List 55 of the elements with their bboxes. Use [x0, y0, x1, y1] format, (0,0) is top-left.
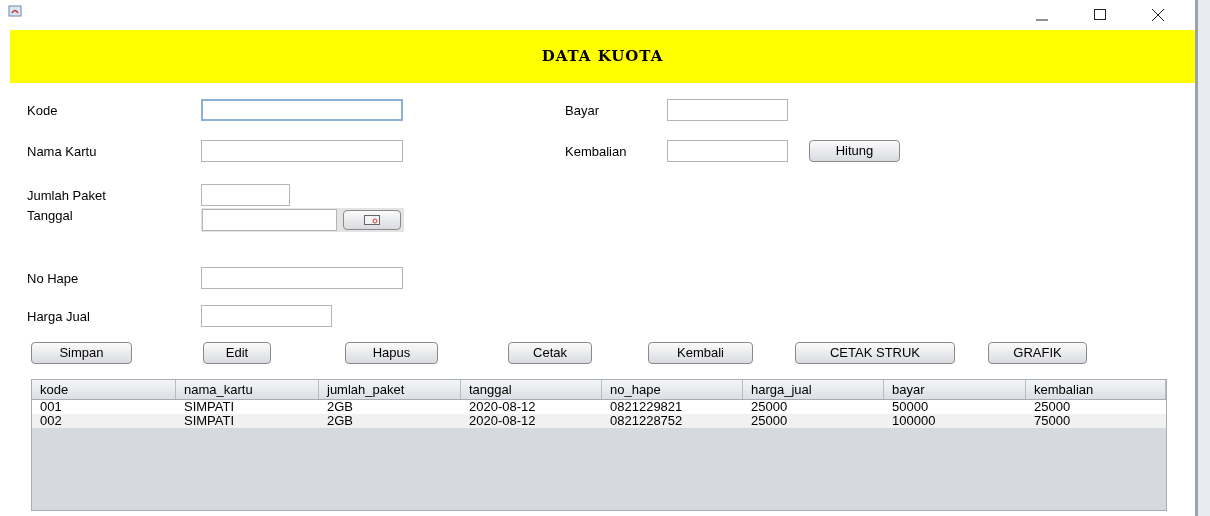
- table-cell-text: 0821229821: [609, 400, 684, 414]
- field-label: Harga Jual: [27, 308, 91, 326]
- column-header[interactable]: no_hape: [602, 380, 743, 399]
- hitung-button[interactable]: Hitung: [809, 140, 900, 162]
- table-cell-text: 0821228752: [609, 414, 684, 428]
- action-button[interactable]: Cetak: [508, 341, 592, 364]
- input-field[interactable]: [667, 99, 788, 121]
- action-button[interactable]: Simpan: [31, 341, 132, 364]
- column-header[interactable]: kembalian: [1026, 380, 1166, 399]
- table-cell-text: 002: [39, 414, 63, 428]
- column-header[interactable]: kode: [32, 380, 176, 399]
- column-header[interactable]: jumlah_paket: [319, 380, 461, 399]
- input-field[interactable]: [201, 267, 403, 289]
- column-header[interactable]: bayar: [884, 380, 1026, 399]
- table-cell-text: SIMPATI: [183, 414, 236, 428]
- table-cell-text: 75000: [1033, 414, 1072, 428]
- field-label: No Hape: [27, 270, 80, 288]
- action-button[interactable]: CETAK STRUK: [795, 341, 955, 364]
- table-cell-text: 2020-08-12: [468, 414, 537, 428]
- action-button[interactable]: Hapus: [345, 341, 438, 364]
- close-icon[interactable]: [1151, 8, 1165, 22]
- action-button[interactable]: GRAFIK: [988, 341, 1087, 364]
- column-header[interactable]: nama_kartu: [176, 380, 319, 399]
- table-cell-text: 001: [39, 400, 63, 414]
- field-label: Tanggal: [27, 207, 74, 225]
- column-header[interactable]: tanggal: [461, 380, 602, 399]
- field-label: Kembalian: [565, 143, 628, 161]
- date-picker[interactable]: [201, 208, 404, 232]
- table-cell-text: 2020-08-12: [468, 400, 537, 414]
- input-field[interactable]: [667, 140, 788, 162]
- table-cell-text: 25000: [750, 400, 789, 414]
- field-label: Jumlah Paket: [27, 187, 107, 205]
- table-cell-text: 50000: [891, 400, 930, 414]
- app-icon: [8, 4, 22, 18]
- field-label: Kode: [27, 102, 59, 120]
- field-label: Nama Kartu: [27, 143, 98, 161]
- table-cell-text: SIMPATI: [183, 400, 236, 414]
- action-button[interactable]: Edit: [203, 341, 271, 364]
- table-cell-text: 100000: [891, 414, 937, 428]
- window-title: DATA KUOTA: [541, 46, 664, 68]
- maximize-icon[interactable]: [1093, 8, 1107, 22]
- column-header[interactable]: harga_jual: [743, 380, 884, 399]
- calendar-button[interactable]: [343, 210, 401, 230]
- table-cell-text: 2GB: [326, 400, 354, 414]
- table-cell-text: 2GB: [326, 414, 354, 428]
- input-field[interactable]: [201, 305, 332, 327]
- input-field[interactable]: [201, 140, 403, 162]
- input-field[interactable]: [201, 99, 403, 121]
- table-cell-text: 25000: [750, 414, 789, 428]
- action-button[interactable]: Kembali: [648, 341, 753, 364]
- field-label: Bayar: [565, 102, 600, 120]
- input-field[interactable]: [202, 209, 337, 231]
- calendar-icon: [364, 215, 380, 225]
- table-cell-text: 25000: [1033, 400, 1072, 414]
- input-field[interactable]: [201, 184, 290, 206]
